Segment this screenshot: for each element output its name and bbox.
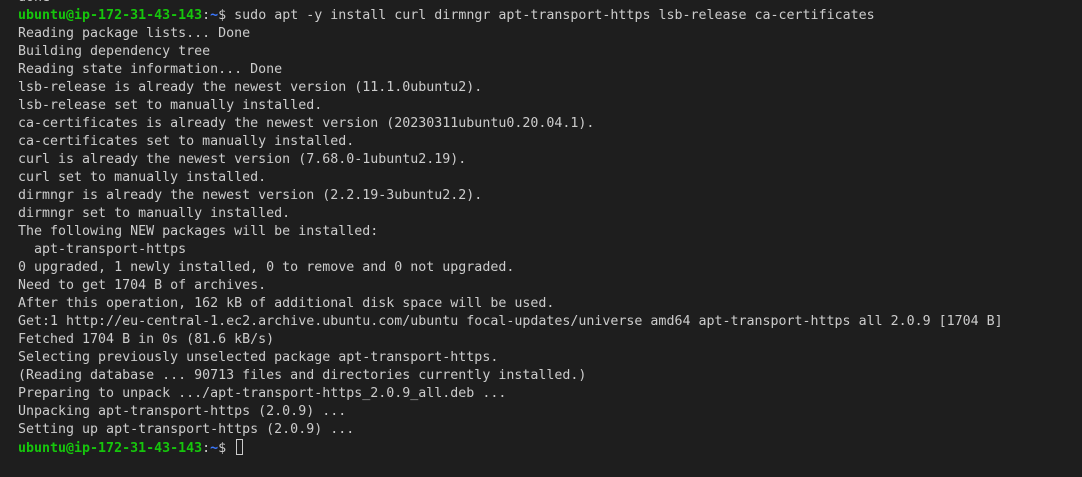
prompt-path: ~ xyxy=(210,441,219,456)
prompt-path: ~ xyxy=(210,8,219,23)
output-line: ca-certificates is already the newest ve… xyxy=(18,116,595,131)
output-line: 0 upgraded, 1 newly installed, 0 to remo… xyxy=(18,260,515,275)
output-line: The following NEW packages will be insta… xyxy=(18,224,379,239)
text-cursor[interactable] xyxy=(236,439,244,455)
output-line: Need to get 1704 B of archives. xyxy=(18,278,267,293)
command-text: sudo apt -y install curl dirmngr apt-tra… xyxy=(234,8,875,23)
output-line: lsb-release set to manually installed. xyxy=(18,98,323,113)
partial-output-line: done xyxy=(18,0,1003,7)
output-line: Selecting previously unselected package … xyxy=(18,350,499,365)
output-line: Preparing to unpack .../apt-transport-ht… xyxy=(18,386,507,401)
terminal-window[interactable]: done ubuntu@ip-172-31-43-143:~$ sudo apt… xyxy=(0,0,1082,477)
prompt-separator: : xyxy=(202,441,211,456)
active-prompt-line[interactable]: ubuntu@ip-172-31-43-143:~$ xyxy=(18,439,1003,457)
output-line: Building dependency tree xyxy=(18,44,211,59)
prompt-symbol: $ xyxy=(218,441,235,456)
output-line: apt-transport-https xyxy=(18,242,187,257)
prompt-user-host: ubuntu@ip-172-31-43-143 xyxy=(18,8,203,23)
output-line: After this operation, 162 kB of addition… xyxy=(18,296,555,311)
output-line: Fetched 1704 B in 0s (81.6 kB/s) xyxy=(18,332,275,347)
output-line: ca-certificates set to manually installe… xyxy=(18,134,355,149)
prompt-separator: : xyxy=(202,8,211,23)
prompt-symbol: $ xyxy=(218,8,235,23)
output-line: dirmngr set to manually installed. xyxy=(18,206,291,221)
output-line: dirmngr is already the newest version (2… xyxy=(18,188,483,203)
output-line: Setting up apt-transport-https (2.0.9) .… xyxy=(18,422,355,437)
output-line: (Reading database ... 90713 files and di… xyxy=(18,368,587,383)
terminal-output: done ubuntu@ip-172-31-43-143:~$ sudo apt… xyxy=(18,0,1003,457)
output-line: Reading state information... Done xyxy=(18,62,283,77)
output-line: curl set to manually installed. xyxy=(18,170,267,185)
output-line: Get:1 http://eu-central-1.ec2.archive.ub… xyxy=(18,314,1003,329)
output-line: curl is already the newest version (7.68… xyxy=(18,152,467,167)
command-line: ubuntu@ip-172-31-43-143:~$ sudo apt -y i… xyxy=(18,7,1003,25)
output-line: Reading package lists... Done xyxy=(18,26,251,41)
output-line: Unpacking apt-transport-https (2.0.9) ..… xyxy=(18,404,347,419)
output-line: lsb-release is already the newest versio… xyxy=(18,80,483,95)
prompt-user-host: ubuntu@ip-172-31-43-143 xyxy=(18,441,203,456)
